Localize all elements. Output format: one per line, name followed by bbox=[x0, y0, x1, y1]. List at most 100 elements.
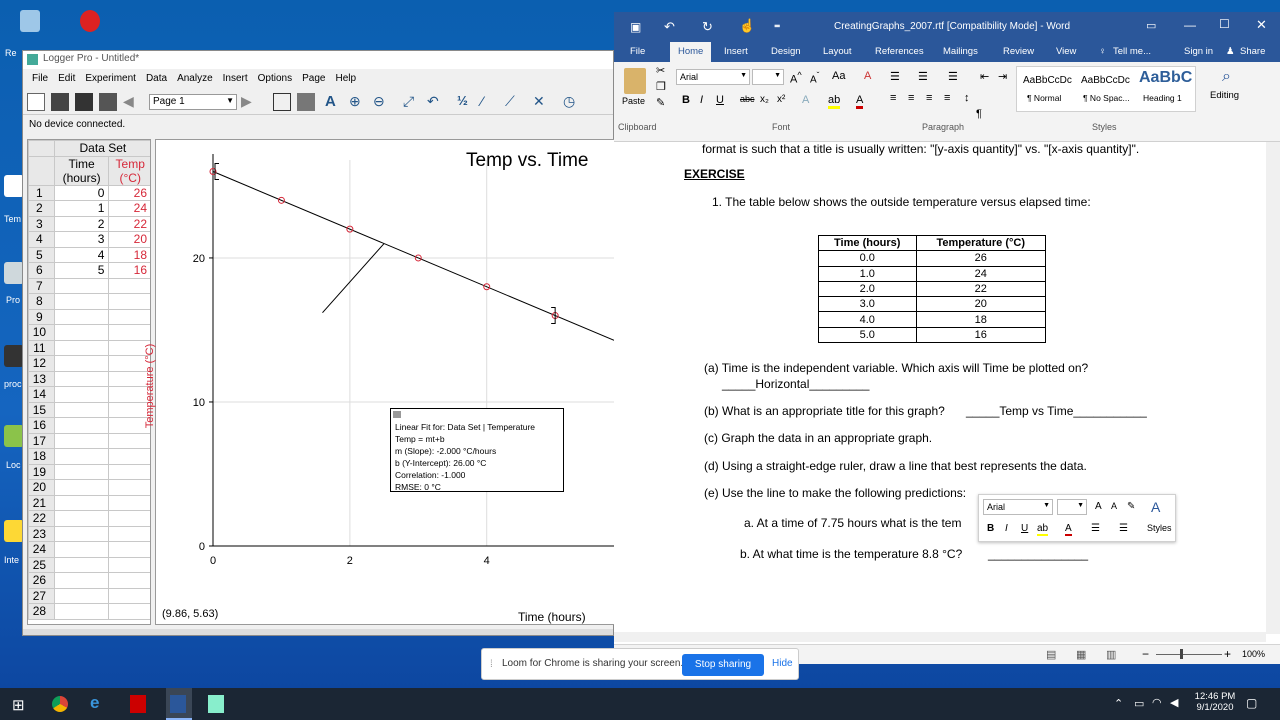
time-cell[interactable] bbox=[53, 603, 110, 620]
time-cell[interactable] bbox=[53, 417, 110, 434]
model-icon[interactable]: ✕ bbox=[533, 93, 551, 111]
time-cell[interactable] bbox=[53, 541, 110, 558]
notifications-icon[interactable]: ▢ bbox=[1246, 696, 1257, 710]
time-cell[interactable] bbox=[53, 370, 110, 387]
tab-layout[interactable]: Layout bbox=[823, 46, 852, 57]
bold-icon[interactable]: B bbox=[682, 94, 690, 106]
calculator-icon[interactable] bbox=[297, 93, 315, 111]
find-icon[interactable]: ⌕ bbox=[1222, 68, 1231, 86]
styles-icon[interactable]: A bbox=[1151, 499, 1160, 515]
mini-size-select[interactable]: ▼ bbox=[1057, 499, 1087, 515]
share-button[interactable]: Share bbox=[1240, 46, 1265, 57]
zoom-out-icon[interactable]: ⊖ bbox=[373, 93, 391, 111]
tell-me-input[interactable]: Tell me... bbox=[1113, 46, 1151, 57]
time-cell[interactable] bbox=[53, 556, 110, 573]
align-left-icon[interactable]: ≡ bbox=[890, 92, 896, 104]
tab-home[interactable]: Home bbox=[670, 42, 712, 62]
temp-cell[interactable] bbox=[108, 541, 150, 558]
time-cell[interactable] bbox=[53, 479, 110, 496]
grow-font-icon[interactable]: A^ bbox=[790, 70, 802, 86]
time-cell[interactable] bbox=[53, 587, 110, 604]
temp-cell[interactable] bbox=[108, 587, 150, 604]
chart-plot[interactable]: 20 10 00 2 4 bbox=[156, 140, 614, 624]
document-page[interactable]: format is such that a title is usually w… bbox=[614, 142, 1266, 632]
font-color-icon[interactable]: A bbox=[1065, 523, 1072, 536]
help-app-icon[interactable] bbox=[80, 10, 100, 32]
line-spacing-icon[interactable]: ↕ bbox=[964, 92, 970, 104]
column-header-time[interactable]: Time (hours) bbox=[53, 155, 110, 186]
save-icon[interactable] bbox=[75, 93, 93, 111]
time-cell[interactable] bbox=[53, 386, 110, 403]
table-row[interactable]: 4 3 20 bbox=[28, 231, 150, 248]
tab-insert[interactable]: Insert bbox=[724, 46, 748, 57]
table-row[interactable]: 19 bbox=[28, 463, 150, 480]
recycle-bin-icon[interactable] bbox=[20, 10, 40, 32]
time-cell[interactable] bbox=[53, 308, 110, 325]
table-row[interactable]: 22 bbox=[28, 510, 150, 527]
table-row[interactable]: 7 bbox=[28, 277, 150, 294]
highlight-icon[interactable]: ab bbox=[1037, 523, 1049, 536]
page-back-icon[interactable]: ◀ bbox=[123, 93, 141, 111]
desktop-app-icon[interactable] bbox=[4, 520, 24, 542]
superscript-icon[interactable]: x² bbox=[777, 94, 785, 105]
temp-cell[interactable] bbox=[108, 293, 150, 310]
underline-icon[interactable]: U bbox=[716, 94, 724, 106]
desktop-app-icon[interactable] bbox=[4, 345, 24, 367]
table-row[interactable]: 13 bbox=[28, 370, 150, 387]
clock[interactable]: 12:46 PM 9/1/2020 bbox=[1190, 691, 1240, 713]
maximize-icon[interactable]: ☐ bbox=[1219, 17, 1230, 31]
horizontal-scrollbar[interactable] bbox=[23, 629, 613, 635]
decrease-indent-icon[interactable]: ⇤ bbox=[980, 70, 989, 83]
font-size-select[interactable]: ▼ bbox=[752, 69, 784, 85]
format-painter-icon[interactable]: ✎ bbox=[1127, 501, 1135, 512]
editing-button[interactable]: Editing bbox=[1210, 90, 1239, 101]
save-icon[interactable]: ▣ bbox=[630, 20, 641, 34]
table-row[interactable]: 18 bbox=[28, 448, 150, 465]
bullets-icon[interactable]: ☰ bbox=[1091, 523, 1100, 534]
wifi-icon[interactable]: ◠ bbox=[1152, 696, 1162, 709]
temp-cell[interactable] bbox=[108, 603, 150, 620]
time-cell[interactable]: 1 bbox=[53, 200, 110, 217]
table-row[interactable]: 23 bbox=[28, 525, 150, 542]
grow-font-icon[interactable]: A bbox=[1095, 501, 1102, 512]
temp-cell[interactable]: 18 bbox=[108, 246, 150, 263]
table-row[interactable]: 17 bbox=[28, 432, 150, 449]
table-row[interactable]: 12 bbox=[28, 355, 150, 372]
styles-gallery[interactable]: AaBbCcDc ¶ Normal AaBbCcDc ¶ No Spac... … bbox=[1016, 66, 1196, 112]
temp-cell[interactable] bbox=[108, 448, 150, 465]
linear-fit-box[interactable]: Linear Fit for: Data Set | Temperature T… bbox=[390, 408, 564, 492]
y-axis-label[interactable]: Temperature (°C) bbox=[144, 344, 156, 428]
menu-experiment[interactable]: Experiment bbox=[80, 71, 141, 87]
cut-icon[interactable]: ✂ bbox=[656, 64, 665, 77]
temp-cell[interactable] bbox=[108, 277, 150, 294]
show-formatting-icon[interactable]: ¶ bbox=[976, 108, 982, 120]
time-cell[interactable] bbox=[53, 463, 110, 480]
web-layout-icon[interactable]: ▥ bbox=[1106, 648, 1116, 661]
table-row[interactable]: 11 bbox=[28, 339, 150, 356]
windows-start-icon[interactable]: ⊞ bbox=[12, 696, 25, 714]
zoom-level[interactable]: 100% bbox=[1242, 649, 1265, 659]
touch-mode-icon[interactable]: ☝ bbox=[739, 18, 755, 34]
table-row[interactable]: 8 bbox=[28, 293, 150, 310]
italic-icon[interactable]: I bbox=[1005, 523, 1008, 534]
style-normal[interactable]: ¶ Normal bbox=[1027, 93, 1061, 103]
paste-icon[interactable] bbox=[624, 68, 646, 94]
table-row[interactable]: 26 bbox=[28, 572, 150, 589]
close-icon[interactable] bbox=[393, 411, 401, 418]
clear-formatting-icon[interactable]: A bbox=[864, 70, 871, 82]
open-folder-icon[interactable] bbox=[51, 93, 69, 111]
table-row[interactable]: 24 bbox=[28, 541, 150, 558]
temp-cell[interactable] bbox=[108, 525, 150, 542]
time-cell[interactable]: 5 bbox=[53, 262, 110, 279]
menu-help[interactable]: Help bbox=[330, 71, 361, 87]
bullets-icon[interactable]: ☰ bbox=[890, 70, 900, 83]
temp-cell[interactable] bbox=[108, 572, 150, 589]
table-row[interactable]: 1 0 26 bbox=[28, 184, 150, 201]
paste-label[interactable]: Paste bbox=[622, 96, 645, 106]
mini-styles-label[interactable]: Styles bbox=[1147, 523, 1172, 533]
customize-icon[interactable]: ⁼ bbox=[774, 21, 780, 35]
chevron-up-icon[interactable]: ⌃ bbox=[1114, 697, 1123, 710]
page-select[interactable]: Page 1 ▼ bbox=[149, 94, 237, 110]
tab-references[interactable]: References bbox=[875, 46, 924, 57]
copy-icon[interactable]: ❐ bbox=[656, 80, 666, 93]
